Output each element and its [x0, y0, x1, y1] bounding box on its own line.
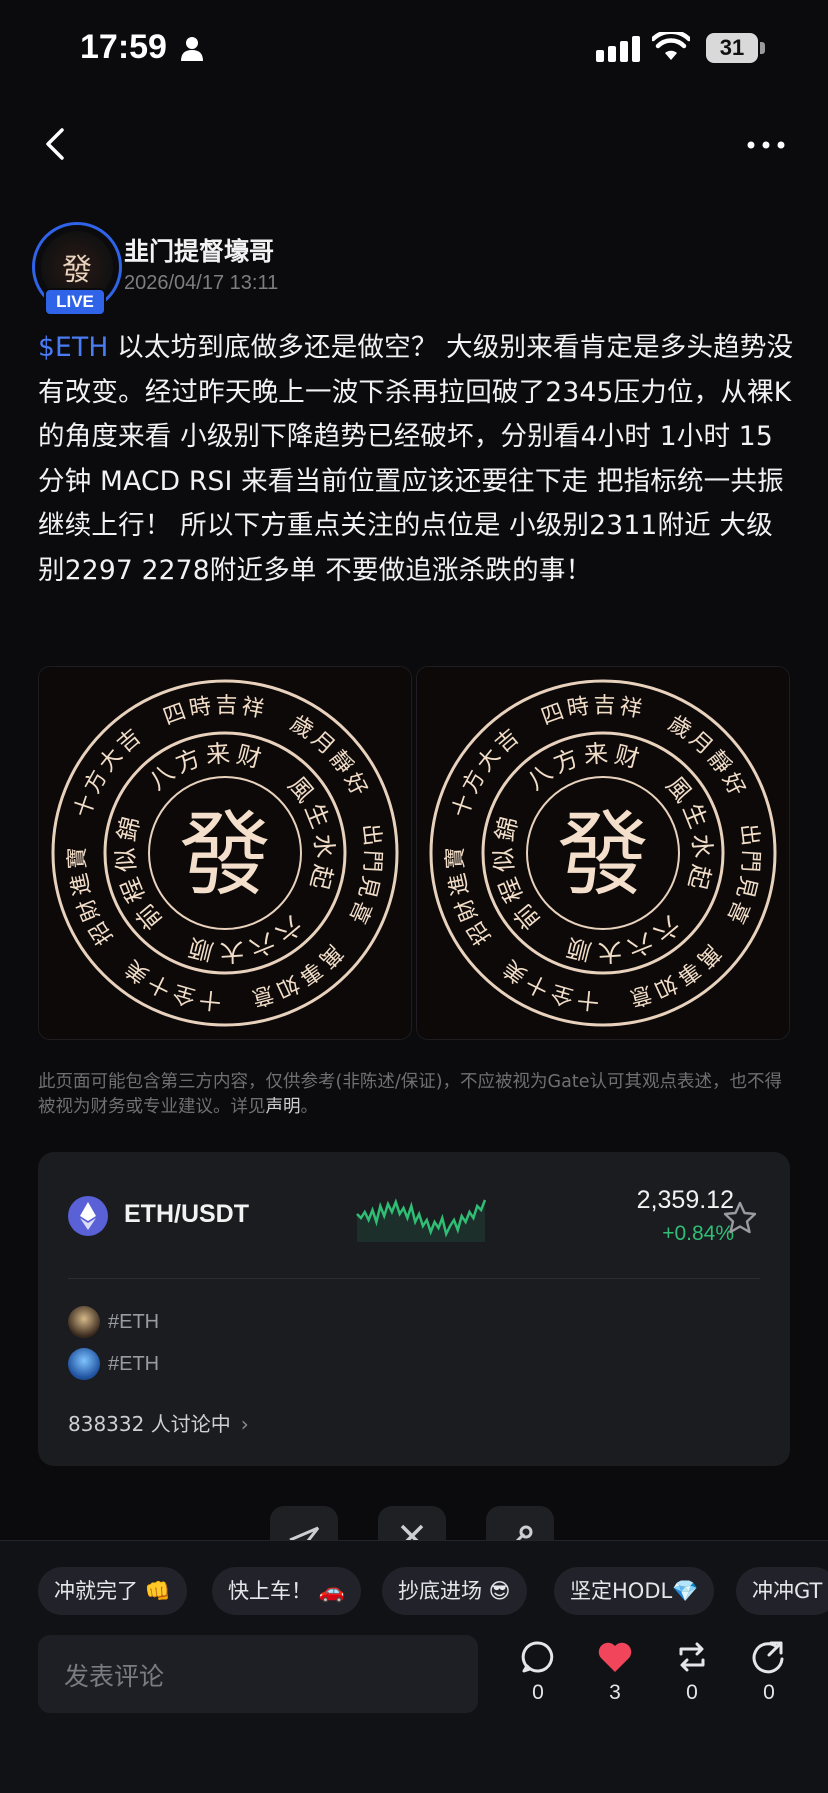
post-body: $ETH 以太坊到底做多还是做空？ 大级别来看肯定是多头趋势没有改变。经过昨天晚… [38, 326, 794, 593]
quick-reply-chip[interactable]: 冲就完了 👊 [38, 1567, 187, 1615]
price-sparkline [356, 1198, 486, 1242]
talisman-char: 門 [737, 849, 763, 872]
quick-reply-chip[interactable]: 快上车！ 🚗 [212, 1567, 361, 1615]
favorite-star-icon[interactable] [722, 1200, 758, 1236]
post-timestamp: 2026/04/17 13:11 [124, 272, 279, 294]
comment-input[interactable]: 发表评论 [38, 1635, 478, 1713]
share-count: 0 [763, 1681, 775, 1704]
topic-item[interactable]: #ETH [68, 1306, 159, 1340]
repost-icon [679, 1642, 705, 1672]
disclaimer-link[interactable]: 声明 [266, 1097, 301, 1117]
eth-tag-link[interactable]: $ETH [38, 332, 109, 363]
talisman-char: 吉 [593, 693, 615, 718]
market-card[interactable]: ETH/USDT 2,359.12 +0.84% #ETH #ETH 83833… [38, 1152, 790, 1466]
topic-label: #ETH [108, 1352, 160, 1375]
comment-placeholder: 发表评论 [64, 1662, 165, 1691]
talisman-char: 大 [597, 937, 623, 967]
trading-pair[interactable]: ETH/USDT [124, 1200, 249, 1229]
eth-icon [68, 1196, 108, 1236]
like-count: 3 [609, 1681, 621, 1704]
quick-reply-chip[interactable]: 冲冲GT [736, 1567, 828, 1615]
quick-reply-chip[interactable]: 坚定HODL💎 [554, 1567, 715, 1615]
more-options-icon[interactable] [746, 130, 786, 160]
talisman-char: 来 [205, 739, 231, 769]
post-image-2[interactable]: 四時吉祥歲月靜好出門見喜萬事如意十全十美招財進寶十方大吉八方来财風生水起六六大顺… [416, 666, 790, 1040]
talisman-char: 来 [583, 739, 609, 769]
discussion-text: 838332 人讨论中 [68, 1412, 231, 1436]
comment-button[interactable]: 0 [508, 1639, 568, 1719]
wifi-icon [650, 29, 692, 66]
topic-label: #ETH [108, 1310, 160, 1333]
battery-tip [760, 42, 765, 54]
talisman-char: 水 [687, 833, 717, 859]
talisman-char: 吉 [215, 693, 237, 718]
like-button[interactable]: 3 [585, 1639, 645, 1719]
back-icon[interactable] [38, 124, 78, 164]
post-image-1[interactable]: 四時吉祥歲月靜好出門見喜萬事如意十全十美招財進寶十方大吉八方来财風生水起六六大顺… [38, 666, 412, 1040]
talisman-char: 時 [565, 694, 591, 722]
talisman-char: 寶 [443, 847, 469, 870]
disclaimer-text: 此页面可能包含第三方内容，仅供参考(非陈述/保证)，不应被视为Gate认可其观点… [38, 1072, 782, 1117]
disclaimer: 此页面可能包含第三方内容，仅供参考(非陈述/保证)，不应被视为Gate认可其观点… [38, 1070, 798, 1120]
repost-count: 0 [686, 1681, 698, 1704]
pair-price: 2,359.12 [636, 1186, 734, 1214]
talisman-char: 出 [357, 822, 385, 847]
status-time: 17:59 [80, 28, 167, 66]
talisman-char: 出 [735, 822, 763, 847]
chevron-right-icon: › [240, 1412, 249, 1436]
pair-change: +0.84% [662, 1222, 734, 1245]
battery-icon: 31 [706, 33, 758, 63]
share-button[interactable]: 0 [739, 1639, 799, 1719]
talisman-center-char: 發 [179, 802, 271, 909]
quick-replies: 冲就完了 👊 快上车！ 🚗 抄底进场 😎 坚定HODL💎 冲冲GT [0, 1567, 828, 1617]
talisman-char: 似 [111, 847, 141, 873]
author-name[interactable]: 韭门提督壕哥 [124, 232, 274, 268]
comment-bubble-icon [521, 1641, 554, 1673]
bottom-bar: 冲就完了 👊 快上车！ 🚗 抄底进场 😎 坚定HODL💎 冲冲GT 发表评论 0… [0, 1540, 828, 1793]
talisman-char: 大 [219, 937, 245, 967]
talisman-art: 四時吉祥歲月靜好出門見喜萬事如意十全十美招財進寶十方大吉八方来财風生水起六六大顺… [417, 667, 789, 1039]
post-body-text: 以太坊到底做多还是做空？ 大级别来看肯定是多头趋势没有改变。经过昨天晚上一波下杀… [38, 332, 794, 586]
discussion-count[interactable]: 838332 人讨论中 › [68, 1408, 249, 1437]
talisman-center-char: 發 [557, 802, 649, 909]
talisman-char: 十 [198, 986, 222, 1013]
disclaimer-end: 。 [300, 1097, 319, 1117]
live-badge: LIVE [44, 288, 106, 316]
talisman-char: 祥 [618, 694, 644, 723]
heart-icon [598, 1642, 632, 1672]
status-bar: 17:59 31 [0, 0, 828, 100]
talisman-art: 四時吉祥歲月靜好出門見喜萬事如意十全十美招財進寶十方大吉八方来财風生水起六六大顺… [39, 667, 411, 1039]
topic-item[interactable]: #ETH [68, 1348, 159, 1382]
topic-avatar [68, 1348, 100, 1380]
share-arrow-icon [752, 1641, 784, 1674]
topic-avatar [68, 1306, 100, 1338]
cellular-signal-icon [596, 36, 640, 66]
person-icon [180, 36, 204, 66]
repost-button[interactable]: 0 [662, 1639, 722, 1719]
card-divider [68, 1278, 760, 1279]
talisman-char: 時 [187, 694, 213, 722]
talisman-char: 寶 [65, 847, 91, 870]
talisman-char: 似 [489, 847, 519, 873]
talisman-char: 門 [359, 849, 385, 872]
talisman-char: 祥 [240, 694, 266, 723]
quick-reply-chip[interactable]: 抄底进场 😎 [382, 1567, 527, 1615]
talisman-char: 十 [576, 986, 600, 1013]
comment-count: 0 [532, 1681, 544, 1704]
talisman-char: 水 [309, 833, 339, 859]
